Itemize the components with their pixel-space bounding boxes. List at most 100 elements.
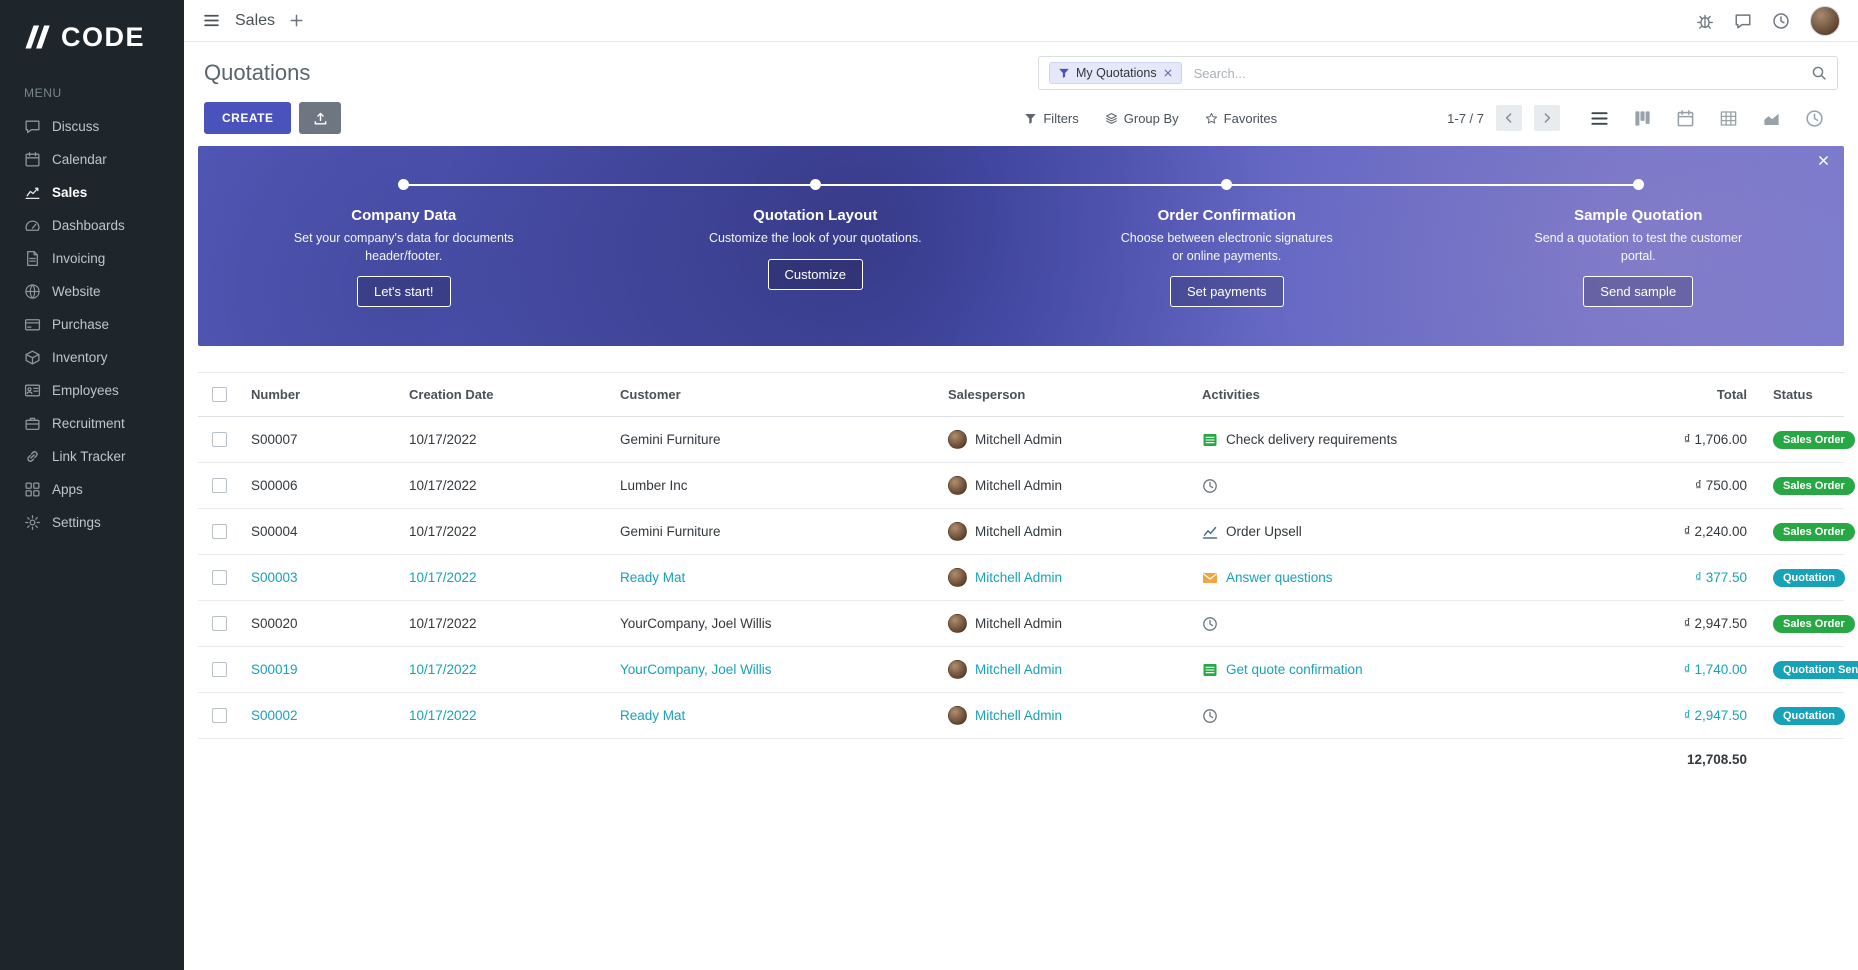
table-row[interactable]: S00007 10/17/2022 Gemini Furniture Mitch… <box>198 417 1844 463</box>
bug-icon[interactable] <box>1696 12 1714 30</box>
brand-logo[interactable]: CODE <box>0 0 184 74</box>
view-list-button[interactable] <box>1590 109 1609 128</box>
table-row[interactable]: S00002 10/17/2022 Ready Mat Mitchell Adm… <box>198 693 1844 739</box>
activity-cell[interactable]: Answer questions <box>1202 555 1593 601</box>
column-header-status[interactable]: Status <box>1773 373 1844 417</box>
chart-activity-icon[interactable] <box>1202 524 1218 540</box>
sidebar-item-inventory[interactable]: Inventory <box>0 341 184 374</box>
sidebar-item-invoicing[interactable]: Invoicing <box>0 242 184 275</box>
activity-cell[interactable] <box>1202 463 1593 509</box>
row-creation-date[interactable]: 10/17/2022 <box>409 693 620 739</box>
group-by-button[interactable]: Group By <box>1105 111 1179 126</box>
pager-next-button[interactable] <box>1534 105 1560 131</box>
step-action-button[interactable]: Send sample <box>1583 276 1693 307</box>
view-kanban-button[interactable] <box>1633 109 1652 128</box>
row-checkbox[interactable] <box>212 570 227 585</box>
favorites-button[interactable]: Favorites <box>1205 111 1277 126</box>
search-input[interactable] <box>1192 65 1801 82</box>
clock-activity-icon[interactable] <box>1202 478 1218 494</box>
activity-cell[interactable]: Check delivery requirements <box>1202 417 1593 463</box>
row-creation-date[interactable]: 10/17/2022 <box>409 509 620 555</box>
row-checkbox[interactable] <box>212 662 227 677</box>
banner-close-icon[interactable] <box>1817 154 1830 167</box>
row-number[interactable]: S00004 <box>251 509 409 555</box>
row-salesperson[interactable]: Mitchell Admin <box>948 555 1202 601</box>
row-creation-date[interactable]: 10/17/2022 <box>409 601 620 647</box>
tasks-activity-icon[interactable] <box>1202 432 1218 448</box>
table-row[interactable]: S00006 10/17/2022 Lumber Inc Mitchell Ad… <box>198 463 1844 509</box>
row-checkbox[interactable] <box>212 524 227 539</box>
row-salesperson[interactable]: Mitchell Admin <box>948 417 1202 463</box>
row-number[interactable]: S00003 <box>251 555 409 601</box>
view-graph-button[interactable] <box>1762 109 1781 128</box>
sidebar-item-discuss[interactable]: Discuss <box>0 110 184 143</box>
email-activity-icon[interactable] <box>1202 570 1218 586</box>
view-calendar-button[interactable] <box>1676 109 1695 128</box>
add-tab-icon[interactable] <box>289 13 304 28</box>
row-number[interactable]: S00006 <box>251 463 409 509</box>
row-customer[interactable]: Ready Mat <box>620 555 948 601</box>
row-checkbox[interactable] <box>212 708 227 723</box>
filters-button[interactable]: Filters <box>1024 111 1078 126</box>
row-creation-date[interactable]: 10/17/2022 <box>409 555 620 601</box>
column-header-creation-date[interactable]: Creation Date <box>409 373 620 417</box>
user-avatar[interactable] <box>1810 6 1840 36</box>
row-salesperson[interactable]: Mitchell Admin <box>948 509 1202 555</box>
table-row[interactable]: S00019 10/17/2022 YourCompany, Joel Will… <box>198 647 1844 693</box>
table-row[interactable]: S00004 10/17/2022 Gemini Furniture Mitch… <box>198 509 1844 555</box>
column-header-total[interactable]: Total <box>1593 373 1773 417</box>
tasks-activity-icon[interactable] <box>1202 662 1218 678</box>
activity-cell[interactable]: Get quote confirmation <box>1202 647 1593 693</box>
column-header-salesperson[interactable]: Salesperson <box>948 373 1202 417</box>
sidebar-item-sales[interactable]: Sales <box>0 176 184 209</box>
hamburger-menu-icon[interactable] <box>202 12 221 29</box>
row-number[interactable]: S00020 <box>251 601 409 647</box>
row-salesperson[interactable]: Mitchell Admin <box>948 647 1202 693</box>
step-action-button[interactable]: Set payments <box>1170 276 1284 307</box>
clock-activity-icon[interactable] <box>1202 708 1218 724</box>
row-salesperson[interactable]: Mitchell Admin <box>948 601 1202 647</box>
pager-previous-button[interactable] <box>1496 105 1522 131</box>
app-title[interactable]: Sales <box>235 12 275 30</box>
search-bar[interactable]: My Quotations <box>1038 56 1838 90</box>
row-customer[interactable]: Gemini Furniture <box>620 417 948 463</box>
table-row[interactable]: S00020 10/17/2022 YourCompany, Joel Will… <box>198 601 1844 647</box>
view-activity-button[interactable] <box>1805 109 1824 128</box>
search-icon[interactable] <box>1811 65 1827 81</box>
row-number[interactable]: S00002 <box>251 693 409 739</box>
select-all-checkbox[interactable] <box>212 387 227 402</box>
row-salesperson[interactable]: Mitchell Admin <box>948 463 1202 509</box>
view-pivot-button[interactable] <box>1719 109 1738 128</box>
clock-activity-icon[interactable] <box>1202 616 1218 632</box>
row-checkbox[interactable] <box>212 478 227 493</box>
activity-cell[interactable] <box>1202 693 1593 739</box>
facet-remove-icon[interactable] <box>1163 68 1173 78</box>
row-creation-date[interactable]: 10/17/2022 <box>409 417 620 463</box>
upload-button[interactable] <box>299 102 341 134</box>
search-facet[interactable]: My Quotations <box>1049 62 1182 84</box>
row-checkbox[interactable] <box>212 616 227 631</box>
sidebar-item-calendar[interactable]: Calendar <box>0 143 184 176</box>
sidebar-item-settings[interactable]: Settings <box>0 506 184 539</box>
row-number[interactable]: S00007 <box>251 417 409 463</box>
row-customer[interactable]: Lumber Inc <box>620 463 948 509</box>
sidebar-item-website[interactable]: Website <box>0 275 184 308</box>
sidebar-item-link-tracker[interactable]: Link Tracker <box>0 440 184 473</box>
activity-cell[interactable]: Order Upsell <box>1202 509 1593 555</box>
sidebar-item-recruitment[interactable]: Recruitment <box>0 407 184 440</box>
sidebar-item-purchase[interactable]: Purchase <box>0 308 184 341</box>
row-salesperson[interactable]: Mitchell Admin <box>948 693 1202 739</box>
step-action-button[interactable]: Customize <box>768 259 863 290</box>
row-number[interactable]: S00019 <box>251 647 409 693</box>
activity-cell[interactable] <box>1202 601 1593 647</box>
step-action-button[interactable]: Let's start! <box>357 276 451 307</box>
row-creation-date[interactable]: 10/17/2022 <box>409 463 620 509</box>
row-customer[interactable]: YourCompany, Joel Willis <box>620 601 948 647</box>
row-customer[interactable]: Gemini Furniture <box>620 509 948 555</box>
sidebar-item-dashboards[interactable]: Dashboards <box>0 209 184 242</box>
activities-clock-icon[interactable] <box>1772 12 1790 30</box>
table-row[interactable]: S00003 10/17/2022 Ready Mat Mitchell Adm… <box>198 555 1844 601</box>
column-header-number[interactable]: Number <box>251 373 409 417</box>
messages-icon[interactable] <box>1734 12 1752 30</box>
column-header-activities[interactable]: Activities <box>1202 373 1593 417</box>
